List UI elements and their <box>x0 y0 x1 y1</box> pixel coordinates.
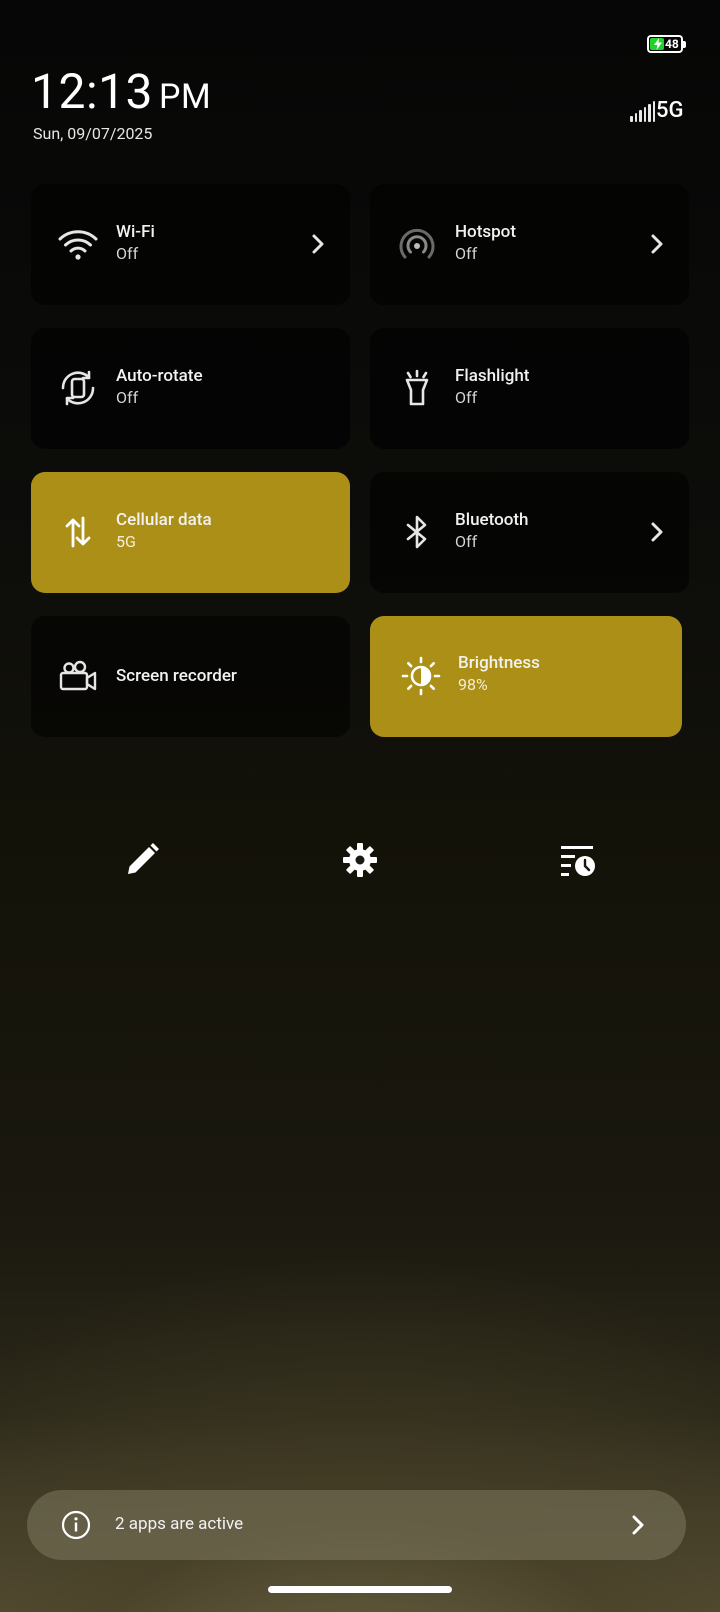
tile-label: Flashlight <box>455 366 530 386</box>
home-indicator[interactable] <box>268 1586 452 1593</box>
chevron-right-icon[interactable] <box>645 520 669 544</box>
chevron-right-icon <box>632 1515 644 1535</box>
tile-status: 5G <box>116 532 136 551</box>
tile-label: Brightness <box>458 653 540 673</box>
date: Sun, 09/07/2025 <box>33 124 153 143</box>
tile-auto-rotate[interactable]: Auto-rotate Off <box>31 328 350 449</box>
video-camera-icon <box>59 660 97 691</box>
clock: 12:13 PM <box>31 64 211 125</box>
auto-rotate-icon <box>61 370 95 406</box>
bluetooth-icon <box>406 515 427 549</box>
tile-status: Off <box>455 532 478 551</box>
brightness-value: 98% <box>458 675 488 694</box>
tile-label: Hotspot <box>455 222 516 242</box>
tile-wifi[interactable]: Wi-Fi Off <box>31 184 350 305</box>
pencil-icon[interactable] <box>122 840 162 880</box>
tile-bluetooth[interactable]: Bluetooth Off <box>370 472 689 593</box>
wifi-icon <box>58 230 98 260</box>
flashlight-icon <box>405 369 429 406</box>
battery-level: 48 <box>665 37 679 51</box>
tile-label: Auto-rotate <box>116 366 203 386</box>
brightness-slider[interactable]: Brightness 98% <box>370 616 682 737</box>
tile-label: Cellular data <box>116 510 212 530</box>
tile-status: Off <box>116 244 139 263</box>
network-type: 5G <box>656 98 684 123</box>
tile-label: Bluetooth <box>455 510 529 530</box>
info-icon <box>61 1510 91 1540</box>
tile-status: Off <box>455 388 478 407</box>
chevron-right-icon[interactable] <box>306 232 330 256</box>
battery-indicator: 48 <box>647 35 686 53</box>
hotspot-icon <box>399 228 435 259</box>
gear-icon[interactable] <box>340 840 380 880</box>
tile-screen-recorder[interactable]: Screen recorder <box>31 616 350 737</box>
history-list-icon[interactable] <box>558 840 598 880</box>
tile-hotspot[interactable]: Hotspot Off <box>370 184 689 305</box>
clock-time: 12:13 <box>31 63 154 120</box>
tile-status: Off <box>455 244 478 263</box>
brightness-icon <box>401 656 441 696</box>
tile-label: Screen recorder <box>116 666 237 686</box>
tile-status: Off <box>116 388 139 407</box>
tile-cellular-data[interactable]: Cellular data 5G <box>31 472 350 593</box>
signal-bars-icon <box>630 98 655 122</box>
clock-ampm: PM <box>159 77 212 117</box>
chevron-right-icon[interactable] <box>645 232 669 256</box>
cellular-data-icon <box>65 516 91 548</box>
tile-label: Wi-Fi <box>116 222 155 242</box>
active-apps-bar[interactable]: 2 apps are active <box>27 1490 686 1560</box>
active-apps-label: 2 apps are active <box>115 1514 244 1534</box>
tile-flashlight[interactable]: Flashlight Off <box>370 328 689 449</box>
charging-bolt-icon <box>654 38 662 50</box>
